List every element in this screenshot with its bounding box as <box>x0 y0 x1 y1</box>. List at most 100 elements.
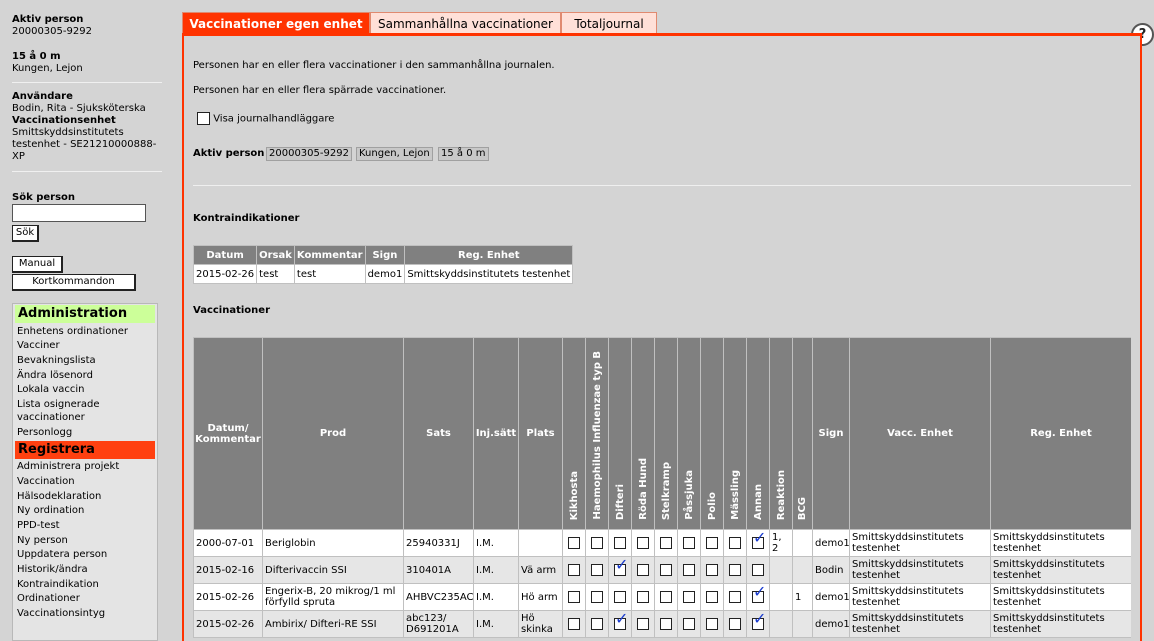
checkbox[interactable] <box>637 591 649 603</box>
table-cell: Smittskyddsinstitutets testenhet <box>849 583 991 611</box>
column-header-label: Haemophilus Influenzae typ B <box>591 351 603 520</box>
menu-item[interactable]: Vacciner <box>13 339 157 352</box>
table-cell: test <box>256 264 295 284</box>
menu-item[interactable]: Kontraindikation <box>13 578 157 591</box>
checkbox-cell <box>723 610 747 638</box>
shortcut-button[interactable]: Kortkommandon <box>12 274 136 291</box>
menu-item[interactable]: Lokala vaccin <box>13 383 157 396</box>
menu-item[interactable]: Historik/ändra <box>13 563 157 576</box>
table-row[interactable]: 2000-07-01Beriglobin25940331JI.M. 1, 2 dem… <box>193 529 1131 557</box>
checkbox[interactable] <box>660 537 672 549</box>
column-header: Annan <box>746 337 770 530</box>
menu-item[interactable]: Administrera projekt <box>13 460 157 473</box>
tab-totaljournal[interactable]: Totaljournal <box>561 12 657 34</box>
checkbox[interactable] <box>637 537 649 549</box>
column-header: Röda Hund <box>631 337 655 530</box>
checked-checkbox[interactable] <box>752 586 766 603</box>
tab-sammanhallna[interactable]: Sammanhållna vaccinationer <box>370 12 561 34</box>
column-header: Prod <box>262 337 404 530</box>
checkbox-cell <box>631 610 655 638</box>
checkbox[interactable] <box>568 537 580 549</box>
column-header: Mässling <box>723 337 747 530</box>
checkbox-cell <box>677 610 701 638</box>
checkbox[interactable] <box>706 537 718 549</box>
checkbox[interactable] <box>683 564 695 576</box>
menu-item[interactable]: Ny person <box>13 534 157 547</box>
show-handlers-checkbox[interactable] <box>197 112 210 125</box>
checkbox-cell <box>654 583 678 611</box>
menu-item[interactable]: Vaccination <box>13 475 157 488</box>
column-header: Stelkramp <box>654 337 678 530</box>
table-cell: 1, 2 <box>769 529 793 557</box>
checkbox[interactable] <box>683 591 695 603</box>
menu-item[interactable]: PPD-test <box>13 519 157 532</box>
column-header: Inj.sätt <box>473 337 519 530</box>
column-header-label: Stelkramp <box>660 461 672 520</box>
checkbox[interactable] <box>591 564 603 576</box>
table-row[interactable]: 2015-02-26 Ambirix/ Difteri-RE SSI abc123/… <box>193 610 1131 638</box>
table-cell: Smittskyddsinstitutets testenhet <box>990 583 1131 611</box>
manual-button[interactable]: Manual <box>12 256 63 273</box>
column-header: Reg. Enhet <box>404 245 574 265</box>
side-menu: Administration Enhetens ordinationer Vacc… <box>12 303 158 641</box>
table-cell <box>792 610 813 638</box>
checked-checkbox[interactable] <box>614 559 628 576</box>
checkbox[interactable] <box>637 618 649 630</box>
table-row[interactable]: 2015-02-26 Engerix-B, 20 mikrog/1 ml förf… <box>193 583 1131 611</box>
checkbox[interactable] <box>614 591 626 603</box>
menu-item[interactable]: Ändra lösenord <box>13 369 157 382</box>
checkbox[interactable] <box>752 564 764 576</box>
column-header: Datum <box>192 245 258 265</box>
checkbox[interactable] <box>614 537 626 549</box>
column-header: Difteri <box>608 337 632 530</box>
menu-item[interactable]: Bevakningslista <box>13 354 157 367</box>
checkbox[interactable] <box>660 618 672 630</box>
menu-item[interactable]: Hälsodeklaration <box>13 490 157 503</box>
checkbox[interactable] <box>706 564 718 576</box>
checkbox[interactable] <box>706 591 718 603</box>
checkbox[interactable] <box>591 591 603 603</box>
table-cell: abc123/ D691201A <box>403 610 474 638</box>
checked-checkbox[interactable] <box>752 532 766 549</box>
unit-name-1: Smittskyddsinstitutets <box>12 127 124 138</box>
checkbox[interactable] <box>568 591 580 603</box>
search-input[interactable] <box>12 204 146 222</box>
checked-checkbox[interactable] <box>614 613 628 630</box>
checkbox[interactable] <box>729 564 741 576</box>
checkbox[interactable] <box>660 591 672 603</box>
checkbox-cell <box>585 556 609 584</box>
menu-item[interactable]: Vaccinationsintyg <box>13 607 157 620</box>
table-row[interactable]: 2015-02-16 Difterivaccin SSI 310401A I.M. Vä… <box>193 556 1131 584</box>
checkbox[interactable] <box>683 618 695 630</box>
table-cell: 1 <box>792 583 813 611</box>
checkbox[interactable] <box>637 564 649 576</box>
checked-checkbox[interactable] <box>752 613 766 630</box>
menu-item[interactable]: Uppdatera person <box>13 548 157 561</box>
checkbox[interactable] <box>729 537 741 549</box>
table-cell: 2015-02-26 <box>193 610 263 638</box>
table-cell <box>769 583 793 611</box>
checkbox[interactable] <box>706 618 718 630</box>
checkbox[interactable] <box>591 537 603 549</box>
checkbox[interactable] <box>568 564 580 576</box>
menu-item[interactable]: Enhetens ordinationer <box>13 325 157 338</box>
menu-item[interactable]: Lista osignerade vaccinationer <box>13 398 157 424</box>
table-cell: Bodin <box>812 556 850 584</box>
menu-header-administration: Administration <box>15 305 155 323</box>
column-header: Datum/ Kommentar <box>193 337 263 530</box>
checkbox[interactable] <box>683 537 695 549</box>
checkbox-cell <box>677 529 701 557</box>
menu-item[interactable]: Ordinationer <box>13 592 157 605</box>
menu-item[interactable]: Ny ordination <box>13 504 157 517</box>
checkbox[interactable] <box>660 564 672 576</box>
tab-egen-enhet[interactable]: Vaccinationer egen enhet <box>182 12 370 34</box>
checkbox[interactable] <box>568 618 580 630</box>
checkbox[interactable] <box>729 591 741 603</box>
menu-item[interactable]: Personlogg <box>13 426 157 439</box>
checkbox[interactable] <box>729 618 741 630</box>
checkbox-cell <box>608 583 632 611</box>
search-button[interactable]: Sök <box>12 225 39 242</box>
user-name: Bodin, Rita - Sjuksköterska <box>12 103 146 114</box>
checkbox-cell <box>677 556 701 584</box>
checkbox[interactable] <box>591 618 603 630</box>
